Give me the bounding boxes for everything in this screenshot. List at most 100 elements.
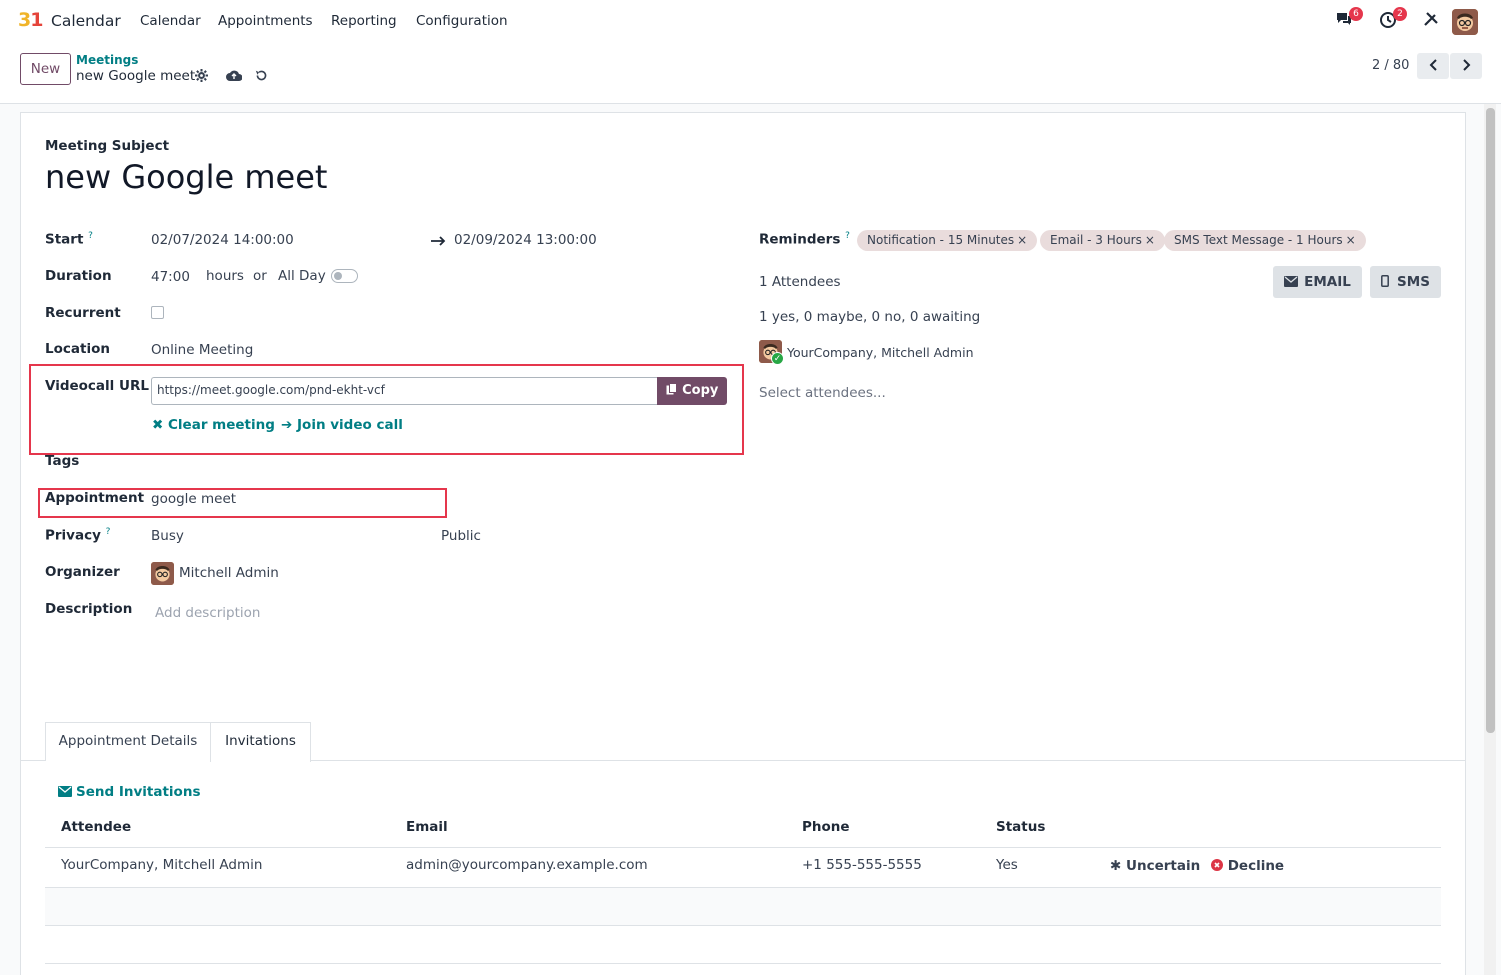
location-input[interactable]: Online Meeting bbox=[151, 342, 253, 358]
sms-button[interactable]: SMS bbox=[1370, 266, 1441, 298]
tags-label: Tags bbox=[45, 453, 80, 469]
pager-value[interactable]: 2 / 80 bbox=[1372, 58, 1409, 73]
privacy-select[interactable]: Busy bbox=[151, 528, 184, 544]
envelope-icon bbox=[58, 786, 72, 797]
arrow-right-icon bbox=[431, 235, 447, 250]
location-label: Location bbox=[45, 341, 110, 357]
duration-label: Duration bbox=[45, 268, 112, 284]
attendee-name[interactable]: YourCompany, Mitchell Admin bbox=[787, 345, 974, 360]
appointment-input[interactable]: google meet bbox=[151, 491, 236, 507]
column-header-email[interactable]: Email bbox=[406, 819, 448, 835]
calendar-app-icon[interactable]: 31 bbox=[18, 9, 44, 35]
breadcrumb-current: new Google meet bbox=[76, 68, 196, 84]
copy-button[interactable]: Copy bbox=[657, 377, 727, 405]
save-cloud-icon[interactable] bbox=[226, 69, 243, 86]
reminder-tag[interactable]: Notification - 15 Minutes × bbox=[857, 230, 1038, 251]
control-panel: New Meetings new Google meet 2 / 80 bbox=[0, 44, 1501, 104]
organizer-input[interactable]: Mitchell Admin bbox=[179, 565, 279, 581]
pager-next-button[interactable] bbox=[1450, 53, 1482, 79]
allday-toggle[interactable] bbox=[331, 269, 358, 283]
arrow-right-icon: ➔ bbox=[281, 417, 293, 433]
tab-invitations[interactable]: Invitations bbox=[210, 722, 311, 762]
mobile-icon bbox=[1381, 275, 1389, 287]
start-help-icon[interactable]: ? bbox=[88, 231, 93, 241]
page-scrollbar-thumb[interactable] bbox=[1486, 108, 1495, 733]
remove-tag-icon[interactable]: × bbox=[1017, 233, 1027, 247]
duration-input[interactable]: 47:00 bbox=[151, 269, 190, 285]
attendees-count: 1 Attendees bbox=[759, 274, 841, 290]
privacy-help-icon[interactable]: ? bbox=[106, 527, 111, 537]
recurrent-label: Recurrent bbox=[45, 305, 121, 321]
app-title[interactable]: Calendar bbox=[51, 12, 121, 30]
allday-label: All Day bbox=[278, 268, 326, 284]
privacy-label: Privacy ? bbox=[45, 527, 111, 544]
remove-tag-icon[interactable]: × bbox=[1145, 233, 1155, 247]
subject-input[interactable]: new Google meet bbox=[45, 158, 327, 196]
videocall-url-input[interactable]: https://meet.google.com/pnd-ekht-vcf bbox=[151, 377, 658, 405]
or-label: or bbox=[253, 268, 267, 284]
reminders-label: Reminders ? bbox=[759, 231, 850, 248]
cell-email-link[interactable]: admin@yourcompany.example.com bbox=[406, 857, 648, 873]
videocall-label: Videocall URL bbox=[45, 378, 149, 394]
start-label: Start ? bbox=[45, 231, 93, 248]
cell-status: Yes bbox=[996, 857, 1018, 873]
hours-label: hours bbox=[206, 268, 244, 284]
start-date-input[interactable]: 02/07/2024 14:00:00 bbox=[151, 232, 294, 248]
chevron-right-icon bbox=[1462, 59, 1470, 71]
stop-date-input[interactable]: 02/09/2024 13:00:00 bbox=[454, 232, 597, 248]
copy-label: Copy bbox=[682, 383, 719, 398]
top-navbar: 31 Calendar Calendar Appointments Report… bbox=[0, 0, 1501, 44]
description-label: Description bbox=[45, 601, 133, 617]
column-header-attendee[interactable]: Attendee bbox=[61, 819, 131, 835]
table-row bbox=[45, 888, 1441, 926]
reminders-help-icon[interactable]: ? bbox=[845, 231, 850, 241]
description-input[interactable]: Add description bbox=[155, 605, 261, 621]
organizer-avatar bbox=[151, 562, 174, 585]
new-button[interactable]: New bbox=[20, 53, 71, 85]
reminder-tag[interactable]: SMS Text Message - 1 Hours × bbox=[1164, 230, 1366, 251]
activities-badge: 2 bbox=[1393, 7, 1407, 21]
recurrent-checkbox[interactable] bbox=[151, 306, 164, 319]
cell-phone-link[interactable]: +1 555-555-5555 bbox=[802, 857, 922, 873]
join-video-call-link[interactable]: ➔ Join video call bbox=[281, 417, 403, 433]
cell-attendee[interactable]: YourCompany, Mitchell Admin bbox=[61, 857, 262, 873]
accepted-check-icon: ✓ bbox=[771, 352, 784, 365]
show-as-select[interactable]: Public bbox=[441, 528, 481, 544]
attendee-summary: 1 yes, 0 maybe, 0 no, 0 awaiting bbox=[759, 309, 981, 325]
menu-reporting[interactable]: Reporting bbox=[331, 13, 397, 29]
uncertain-button[interactable]: ✱ Uncertain bbox=[1110, 858, 1200, 874]
asterisk-icon: ✱ bbox=[1110, 858, 1122, 874]
copy-icon bbox=[666, 383, 677, 395]
pager-previous-button[interactable] bbox=[1417, 53, 1449, 79]
appointment-label: Appointment bbox=[45, 490, 145, 506]
send-invitations-link[interactable]: Send Invitations bbox=[58, 784, 200, 800]
subject-label: Meeting Subject bbox=[45, 138, 170, 154]
menu-calendar[interactable]: Calendar bbox=[140, 13, 201, 29]
gear-icon[interactable] bbox=[195, 69, 208, 86]
table-row-divider bbox=[45, 963, 1441, 964]
discard-undo-icon[interactable] bbox=[255, 69, 268, 86]
remove-tag-icon[interactable]: × bbox=[1346, 233, 1356, 247]
column-header-phone[interactable]: Phone bbox=[802, 819, 850, 835]
menu-appointments[interactable]: Appointments bbox=[218, 13, 313, 29]
messages-badge: 6 bbox=[1349, 7, 1363, 21]
debug-tools-icon[interactable] bbox=[1420, 11, 1442, 33]
email-button[interactable]: EMAIL bbox=[1273, 266, 1362, 298]
envelope-icon bbox=[1284, 276, 1299, 287]
decline-button[interactable]: Decline bbox=[1211, 858, 1284, 874]
tab-appointment-details[interactable]: Appointment Details bbox=[45, 722, 211, 761]
breadcrumb-meetings[interactable]: Meetings bbox=[76, 53, 138, 67]
close-icon: ✖ bbox=[152, 417, 164, 433]
select-attendees-input[interactable]: Select attendees... bbox=[759, 385, 886, 401]
menu-configuration[interactable]: Configuration bbox=[416, 13, 508, 29]
table-row-divider bbox=[45, 925, 1441, 926]
reminder-tag[interactable]: Email - 3 Hours × bbox=[1040, 230, 1165, 251]
messages-icon[interactable]: 6 bbox=[1333, 7, 1363, 33]
clear-meeting-link[interactable]: ✖ Clear meeting bbox=[152, 417, 275, 433]
decline-circle-icon bbox=[1211, 859, 1223, 871]
chevron-left-icon bbox=[1429, 59, 1437, 71]
activities-icon[interactable]: 2 bbox=[1377, 7, 1407, 33]
user-avatar[interactable] bbox=[1452, 9, 1478, 35]
column-header-status[interactable]: Status bbox=[996, 819, 1045, 835]
table-header-divider bbox=[45, 847, 1441, 848]
